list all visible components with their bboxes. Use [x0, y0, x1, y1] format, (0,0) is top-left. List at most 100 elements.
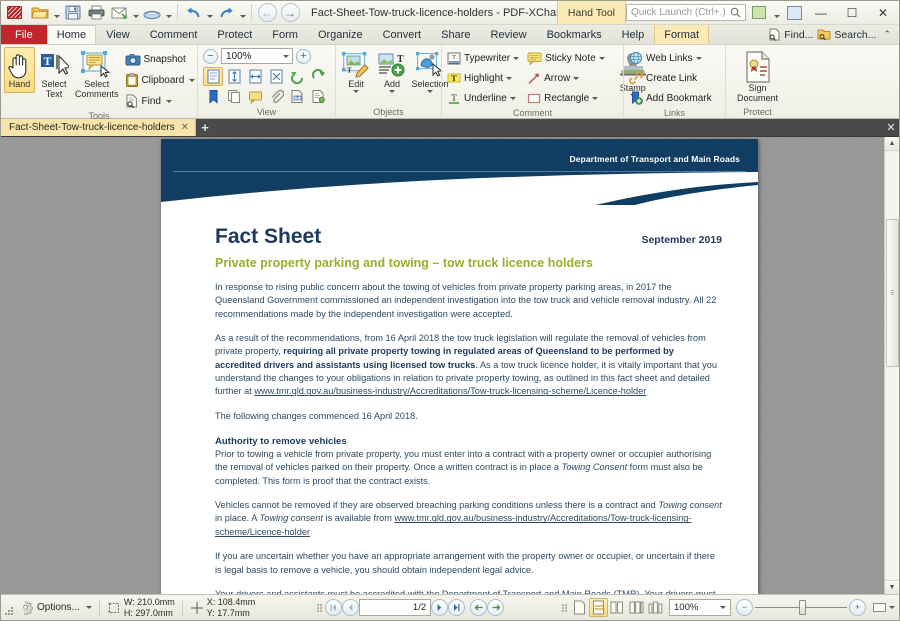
open-dropdown-icon[interactable]: [52, 2, 61, 23]
status-zoom-in-button[interactable]: +: [849, 599, 867, 616]
create-link-button[interactable]: Create Link: [627, 68, 716, 88]
tab-form[interactable]: Form: [262, 25, 308, 44]
forward-button[interactable]: →: [279, 2, 301, 23]
continuous-view-button[interactable]: [589, 598, 609, 617]
vertical-scrollbar[interactable]: ▲ ▼: [884, 137, 899, 594]
rectangle-dropdown-icon[interactable]: [592, 96, 599, 100]
selection-dropdown-icon[interactable]: [427, 89, 433, 93]
navigate-forward-button[interactable]: [487, 599, 505, 616]
fields-pane-button[interactable]: T: [287, 87, 307, 106]
p2-link[interactable]: www.tmr.qld.gov.au/business-industry/Acc…: [254, 386, 646, 396]
page-canvas[interactable]: Department of Transport and Main Roads F…: [1, 137, 884, 594]
tab-file[interactable]: File: [1, 25, 47, 44]
scroll-up-arrow[interactable]: ▲: [884, 137, 899, 151]
collapse-ribbon-icon[interactable]: ⌃: [880, 29, 894, 40]
print-button[interactable]: [85, 2, 107, 23]
zoom-slider[interactable]: [753, 599, 849, 616]
tab-bookmarks[interactable]: Bookmarks: [537, 25, 612, 44]
options-dropdown-icon[interactable]: [85, 606, 92, 609]
tab-organize[interactable]: Organize: [308, 25, 373, 44]
snapshot-button[interactable]: Snapshot: [123, 49, 200, 69]
first-page-button[interactable]: [325, 599, 343, 616]
open-button[interactable]: [29, 2, 51, 23]
undo-button[interactable]: [182, 2, 204, 23]
page-fit-dropdown-icon[interactable]: [889, 606, 896, 609]
page-number-input[interactable]: 1/2: [359, 599, 432, 616]
tab-protect[interactable]: Protect: [207, 25, 262, 44]
status-zoom-combo[interactable]: 100%: [669, 599, 732, 616]
web-links-button[interactable]: Web Links: [627, 48, 716, 68]
last-page-button[interactable]: [448, 599, 466, 616]
clipboard-button[interactable]: Clipboard: [123, 70, 200, 90]
add-objects-button[interactable]: T Add: [375, 47, 409, 96]
edit-dropdown-icon[interactable]: [353, 89, 359, 93]
underline-button[interactable]: T Underline: [445, 88, 523, 108]
typewriter-button[interactable]: T Typewriter: [445, 48, 523, 68]
status-zoom-dropdown-icon[interactable]: [720, 606, 727, 609]
tab-format[interactable]: Format: [654, 25, 710, 44]
fit-width-button[interactable]: [245, 67, 265, 86]
sticky-note-dropdown-icon[interactable]: [598, 56, 605, 60]
quick-launch-input[interactable]: Quick Launch (Ctrl+.): [626, 4, 746, 21]
document-view[interactable]: Department of Transport and Main Roads F…: [1, 137, 899, 594]
actual-size-button[interactable]: [203, 67, 223, 86]
minimize-button[interactable]: —: [807, 1, 835, 24]
plugins-button[interactable]: [749, 3, 769, 22]
single-page-view-button[interactable]: [570, 598, 589, 617]
scroll-thumb[interactable]: [885, 219, 899, 367]
scroll-down-arrow[interactable]: ▼: [884, 580, 899, 594]
find-ribbon-button[interactable]: Find: [123, 91, 200, 111]
sign-document-button[interactable]: Sign Document: [731, 47, 785, 107]
tab-view[interactable]: View: [96, 25, 140, 44]
add-dropdown-icon[interactable]: [389, 89, 395, 93]
close-document-button[interactable]: ✕: [883, 119, 899, 136]
cover-page-view-button[interactable]: [646, 598, 665, 617]
plugins-dropdown-icon[interactable]: [772, 2, 781, 23]
back-button[interactable]: ←: [256, 2, 278, 23]
find-command[interactable]: Find...: [768, 28, 813, 41]
navigate-back-button[interactable]: [470, 599, 488, 616]
highlight-dropdown-icon[interactable]: [505, 76, 512, 80]
page-fit-mode-button[interactable]: [870, 598, 889, 617]
thumbnails-pane-button[interactable]: [224, 87, 244, 106]
save-button[interactable]: [62, 2, 84, 23]
close-button[interactable]: ✕: [869, 1, 897, 24]
email-button[interactable]: [108, 2, 130, 23]
properties-pane-button[interactable]: [308, 87, 328, 106]
document-tab[interactable]: Fact-Sheet-Tow-truck-licence-holders ✕: [1, 119, 197, 136]
scroll-track[interactable]: [884, 151, 899, 580]
underline-dropdown-icon[interactable]: [509, 96, 516, 100]
two-page-continuous-button[interactable]: [627, 598, 646, 617]
select-text-button[interactable]: T Select Text: [37, 47, 71, 103]
fit-page-button[interactable]: [224, 67, 244, 86]
typewriter-dropdown-icon[interactable]: [513, 56, 520, 60]
zoom-dropdown-icon[interactable]: [283, 54, 289, 58]
tab-convert[interactable]: Convert: [373, 25, 432, 44]
previous-page-button[interactable]: [342, 599, 360, 616]
comments-pane-button[interactable]: [245, 87, 265, 106]
search-command[interactable]: Search...: [817, 28, 876, 41]
next-page-button[interactable]: [431, 599, 449, 616]
rectangle-button[interactable]: Rectangle: [525, 88, 609, 108]
redo-dropdown-icon[interactable]: [238, 2, 247, 23]
bookmarks-pane-button[interactable]: [203, 87, 223, 106]
zoom-slider-knob[interactable]: [799, 600, 807, 615]
tab-comment[interactable]: Comment: [140, 25, 208, 44]
tab-home[interactable]: Home: [46, 25, 97, 44]
hand-tool-context-tab[interactable]: Hand Tool: [556, 1, 626, 24]
scan-dropdown-icon[interactable]: [164, 2, 173, 23]
select-comments-button[interactable]: Select Comments: [73, 47, 121, 103]
highlight-button[interactable]: T Highlight: [445, 68, 523, 88]
status-zoom-out-button[interactable]: −: [736, 599, 754, 616]
arrow-button[interactable]: Arrow: [525, 68, 609, 88]
two-page-view-button[interactable]: [608, 598, 627, 617]
zoom-in-ribbon-button[interactable]: +: [296, 48, 311, 64]
sticky-note-button[interactable]: Sticky Note: [525, 48, 609, 68]
rotate-left-button[interactable]: [287, 67, 307, 86]
undo-dropdown-icon[interactable]: [205, 2, 214, 23]
rotate-right-button[interactable]: [308, 67, 328, 86]
tab-share[interactable]: Share: [431, 25, 480, 44]
scan-button[interactable]: [141, 2, 163, 23]
add-bookmark-button[interactable]: Add Bookmark: [627, 88, 716, 108]
edit-objects-button[interactable]: T Edit: [339, 47, 373, 96]
